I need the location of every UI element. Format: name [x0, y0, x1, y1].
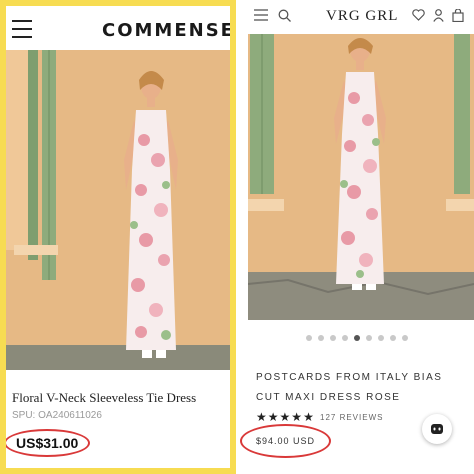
vrggrl-logo[interactable]: VRG GRL [326, 8, 398, 25]
star-icon: ★ [267, 410, 280, 424]
carousel-dot[interactable] [378, 335, 384, 341]
carousel-dot[interactable] [330, 335, 336, 341]
star-icon: ★ [256, 410, 268, 424]
product-photo-illustration [248, 34, 474, 320]
product-title[interactable]: POSTCARDS FROM ITALY BIAS CUT MAXI DRESS… [256, 368, 466, 408]
commense-logo[interactable]: COMMENSE [102, 20, 230, 41]
carousel-dot[interactable] [318, 335, 324, 341]
product-image[interactable] [248, 34, 474, 320]
star-icon: ★ [291, 410, 304, 424]
product-photo-illustration [6, 50, 230, 370]
carousel-dot[interactable] [366, 335, 372, 341]
star-icon: ★ [303, 410, 315, 424]
carousel-dot[interactable] [354, 335, 360, 341]
carousel-dots [240, 328, 474, 346]
product-info: Floral V-Neck Sleeveless Tie Dress SPU: … [6, 390, 226, 457]
search-icon[interactable] [278, 9, 291, 22]
commense-product-panel: COMMENSE Floral V-Neck Sleeveless Tie Dr… [0, 0, 236, 474]
vrggrl-product-panel: VRG GRL POSTCARDS FROM ITALY BIAS CUT MA… [240, 0, 474, 474]
carousel-dot[interactable] [402, 335, 408, 341]
user-icon[interactable] [433, 9, 444, 22]
menu-icon[interactable] [254, 9, 268, 21]
carousel-dot[interactable] [342, 335, 348, 341]
star-rating[interactable]: ★★★★★ [256, 410, 315, 424]
product-image[interactable] [6, 50, 230, 370]
reviews-link[interactable]: 127 REVIEWS [320, 413, 383, 422]
commense-header: COMMENSE [6, 6, 230, 50]
vrggrl-header: VRG GRL [240, 0, 474, 34]
menu-icon[interactable] [12, 20, 32, 38]
carousel-dot[interactable] [390, 335, 396, 341]
product-title[interactable]: Floral V-Neck Sleeveless Tie Dress [12, 390, 226, 406]
product-price: $94.00 USD [240, 424, 332, 458]
heart-icon[interactable] [412, 9, 425, 21]
star-icon: ★ [279, 410, 292, 424]
bag-icon[interactable] [452, 9, 464, 22]
product-spu: SPU: OA240611026 [12, 410, 102, 421]
product-price: US$31.00 [6, 429, 91, 457]
chat-icon [431, 424, 443, 434]
carousel-dot[interactable] [306, 335, 312, 341]
chat-button[interactable] [422, 414, 452, 444]
